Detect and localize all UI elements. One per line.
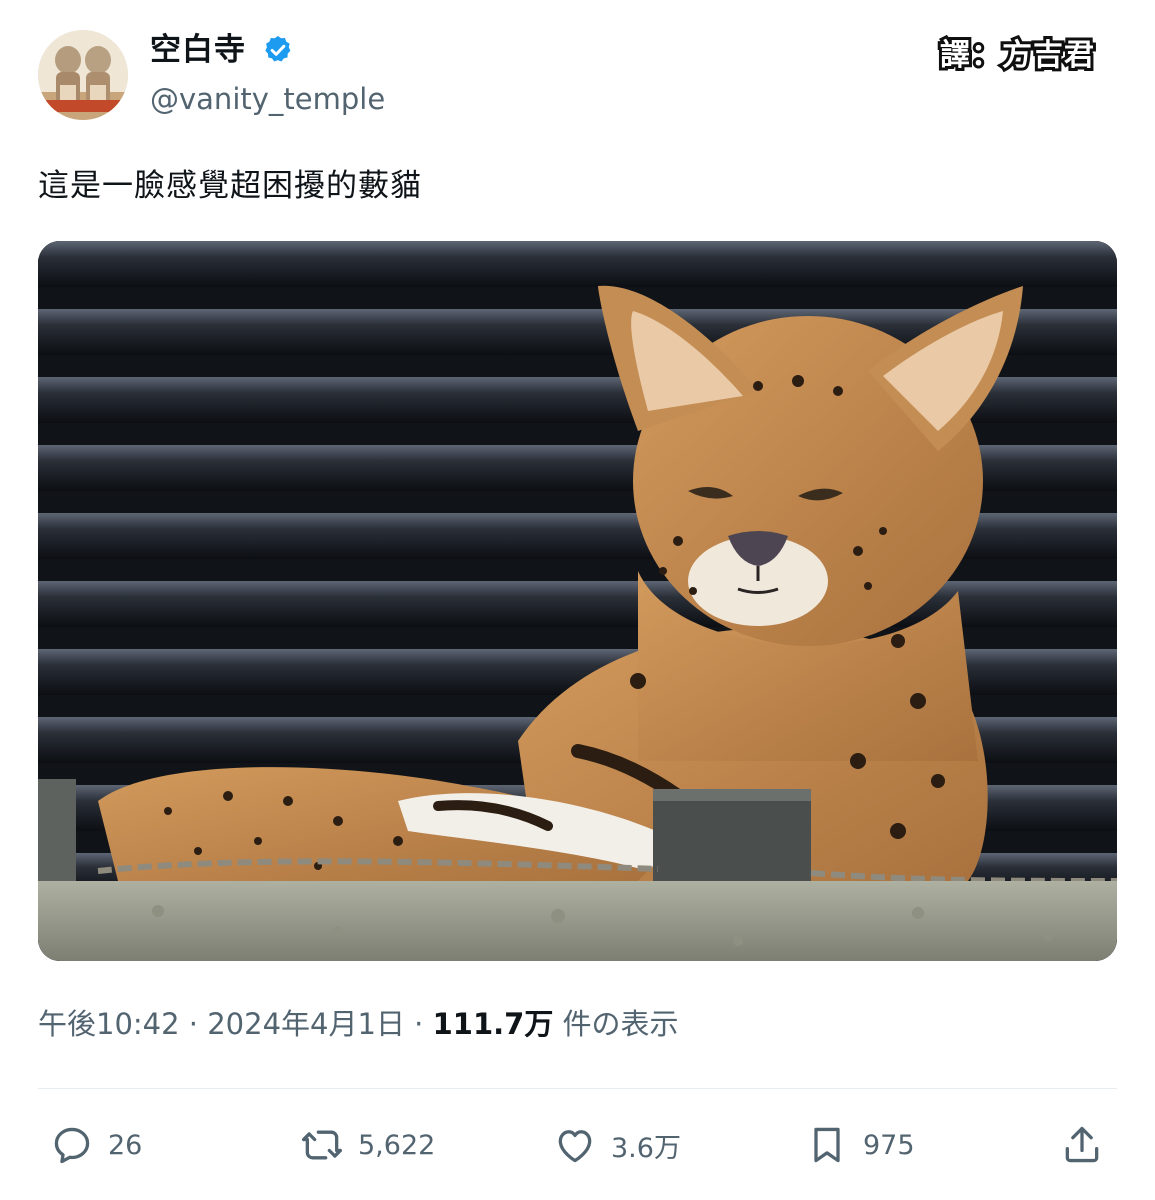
reply-button[interactable]: 26 xyxy=(50,1120,142,1170)
tweet-date[interactable]: 2024年4月1日 xyxy=(207,1007,405,1041)
like-count: 3.6万 xyxy=(611,1132,681,1164)
tweet-photo[interactable] xyxy=(38,241,1117,961)
divider xyxy=(38,1088,1117,1089)
views-count: 111.7万 xyxy=(432,1007,554,1041)
tweet-time[interactable]: 午後10:42 xyxy=(38,1007,180,1041)
views-label: 件の表示 xyxy=(553,1007,679,1041)
reply-count: 26 xyxy=(108,1129,143,1161)
share-icon xyxy=(1065,1126,1099,1163)
retweet-button[interactable]: 5,622 xyxy=(300,1120,435,1170)
handle[interactable]: @vanity_temple xyxy=(150,80,385,118)
serval-photo xyxy=(38,241,1117,961)
bookmark-count: 975 xyxy=(863,1129,915,1161)
bookmark-icon xyxy=(814,1127,840,1163)
meta-separator: · xyxy=(404,1007,433,1041)
tweet-text: 這是一臉感覺超困擾的藪貓 xyxy=(38,168,422,204)
avatar[interactable] xyxy=(38,30,128,120)
tweet-card: 空白寺 @vanity_temple 譯：方吉君 這是一臉感覺超困擾的藪貓 午後… xyxy=(0,0,1155,1200)
tweet-meta: 午後10:42 · 2024年4月1日 · 111.7万 件の表示 xyxy=(38,1002,679,1046)
retweet-count: 5,622 xyxy=(358,1129,436,1161)
meta-separator: · xyxy=(179,1007,208,1041)
bookmark-button[interactable]: 975 xyxy=(805,1120,915,1170)
display-name[interactable]: 空白寺 xyxy=(150,30,246,70)
heart-icon xyxy=(558,1130,592,1163)
avatar-image xyxy=(38,30,128,120)
reply-icon xyxy=(54,1127,90,1164)
like-button[interactable]: 3.6万 xyxy=(553,1120,681,1170)
verified-badge-icon xyxy=(265,36,291,62)
share-button[interactable] xyxy=(1060,1120,1104,1170)
translator-credit: 譯：方吉君 xyxy=(937,35,1097,76)
retweet-icon xyxy=(302,1130,342,1160)
